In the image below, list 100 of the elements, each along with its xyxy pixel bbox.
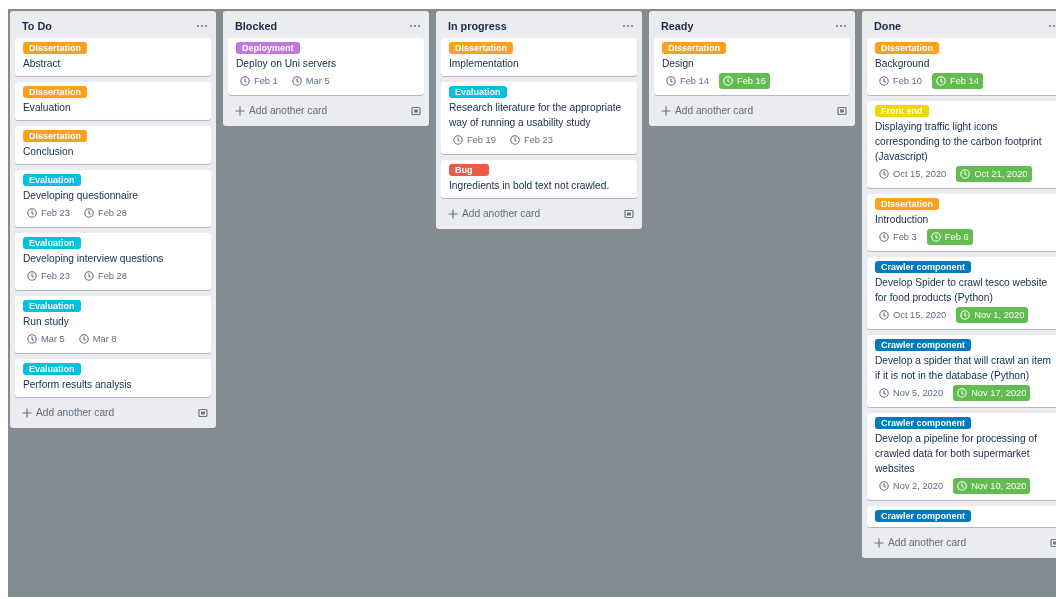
clock-icon <box>879 232 889 242</box>
card[interactable]: Evaluation Perform results analysis <box>15 359 211 397</box>
card[interactable]: DIssertation Implementation <box>441 38 637 76</box>
date-text: Mar 5 <box>41 333 65 345</box>
date-text: Nov 5, 2020 <box>893 387 944 399</box>
card-label: Evaluation <box>23 174 81 186</box>
card-title: Develop a pipeline for processing of crawled data for both supermarket websites <box>875 432 1038 476</box>
card-label: DIssertation <box>662 42 726 54</box>
card-title: Perform results analysis <box>23 378 133 392</box>
more-icon[interactable] <box>835 24 847 28</box>
add-card-button[interactable]: Add another card <box>661 103 754 118</box>
card-title: Background <box>875 57 931 71</box>
card-title: Displaying traffic light icons corresponding to the carbon footprint (Javascript) <box>875 120 1043 164</box>
clock-icon <box>453 135 463 145</box>
card-label: Deployment <box>236 42 300 54</box>
plus-icon <box>448 208 458 219</box>
clock-icon <box>879 310 889 320</box>
card[interactable]: Crawler component Develop a pipeline for processing of crawled data for both supermarket websites Nov 2, 2020 Nov 10, 2020 <box>867 413 1056 500</box>
card-title: Run study <box>23 315 70 329</box>
list-title[interactable]: To Do <box>22 20 52 32</box>
card[interactable]: Front end Displaying traffic light icons corresponding to the carbon footprint (Javascript) Oct 15, 2020 Oct 21, 2020 <box>867 101 1056 188</box>
card[interactable]: Evaluation Developing questionnaire Feb 23 Feb 28 <box>15 170 211 227</box>
template-icon[interactable] <box>624 208 634 219</box>
clock-icon <box>960 310 971 320</box>
date-text: Feb 23 <box>41 207 70 219</box>
card-label: Evaluation <box>23 300 81 312</box>
date-text: Nov 2, 2020 <box>893 480 944 492</box>
card[interactable]: Evaluation Run study Mar 5 Mar 8 <box>15 296 211 353</box>
add-card-button[interactable]: Add another card <box>235 103 328 118</box>
date-text: Feb 14 <box>680 75 709 87</box>
clock-icon <box>27 334 37 344</box>
card-title: Abstract <box>23 57 62 71</box>
date-text: Mar 8 <box>92 333 117 345</box>
list-title[interactable]: Blocked <box>235 20 277 32</box>
card-title: Introduction <box>875 213 930 227</box>
card-title: Implementation <box>449 57 520 71</box>
clock-icon <box>935 76 946 86</box>
clock-icon <box>291 76 302 86</box>
card[interactable]: DIssertation Conclusion <box>15 126 211 164</box>
more-icon[interactable] <box>622 24 634 28</box>
clock-icon <box>509 135 520 145</box>
date-text: Nov 1, 2020 <box>974 309 1025 321</box>
card-label: DIssertation <box>449 42 513 54</box>
plus-icon <box>661 105 671 116</box>
card-label: Front end <box>875 105 929 117</box>
card[interactable]: Evaluation Developing interview questions Feb 23 Feb 28 <box>15 233 211 290</box>
clock-icon <box>879 481 889 491</box>
card[interactable]: DIssertation Introduction Feb 3 Feb 6 <box>867 194 1056 251</box>
plus-icon <box>874 537 884 548</box>
add-card-button[interactable]: Add another card <box>22 405 115 420</box>
template-icon[interactable] <box>837 105 847 116</box>
card[interactable]: DIssertation Background Feb 10 Feb 14 <box>867 38 1056 95</box>
clock-icon <box>78 334 89 344</box>
clock-icon <box>83 208 94 218</box>
card-title: Evaluation <box>23 101 72 115</box>
card-title: Develop a spider that will crawl an item if it is not in the database (Python) <box>875 354 1053 383</box>
clock-icon <box>930 232 941 242</box>
card[interactable]: DIssertation Design Feb 14 Feb 16 <box>654 38 850 95</box>
card-label: Evaluation <box>23 237 81 249</box>
card-label: Bug <box>449 164 489 176</box>
clock-icon <box>83 271 94 281</box>
card-label: Evaluation <box>449 86 507 98</box>
card[interactable]: DIssertation Evaluation <box>15 82 211 120</box>
card-label: DIssertation <box>23 86 87 98</box>
card[interactable]: Deployment Deploy on Uni servers Feb 1 Mar 5 <box>228 38 424 95</box>
card[interactable]: Crawler component Develop a spider that will crawl an item if it is not in the database (Python) Nov 5, 2020 Nov 17, 2020 <box>867 335 1056 407</box>
template-icon[interactable] <box>411 105 421 116</box>
card[interactable]: Bug Ingredients in bold text not crawled. <box>441 160 637 198</box>
date-text: Oct 21, 2020 <box>974 168 1028 180</box>
date-text: Oct 15, 2020 <box>893 309 947 321</box>
card-label: Crawler component <box>875 510 971 522</box>
list-title[interactable]: In progress <box>448 20 507 32</box>
card-title: Design <box>662 57 695 71</box>
date-text: Feb 3 <box>893 231 917 243</box>
card-title: Developing questionnaire <box>23 189 139 203</box>
clock-icon <box>879 388 889 398</box>
date-text: Feb 10 <box>893 75 922 87</box>
card-label: Crawler component <box>875 261 971 273</box>
template-icon[interactable] <box>198 407 208 418</box>
clock-icon <box>957 481 968 491</box>
list-title[interactable]: Done <box>874 20 901 32</box>
more-icon[interactable] <box>409 24 421 28</box>
plus-icon <box>22 407 32 418</box>
more-icon[interactable] <box>196 24 208 28</box>
list-title[interactable]: Ready <box>661 20 694 32</box>
card-label: DIssertation <box>875 198 939 210</box>
card[interactable]: DIssertation Abstract <box>15 38 211 76</box>
date-text: Oct 15, 2020 <box>893 168 947 180</box>
add-card-button[interactable]: Add another card <box>874 535 967 550</box>
clock-icon <box>722 76 733 86</box>
card[interactable]: Crawler component <box>867 506 1056 527</box>
card-title: Research literature for the appropriate way of running a usability study <box>449 101 623 130</box>
date-text: Feb 23 <box>41 270 70 282</box>
card[interactable]: Crawler component Develop Spider to crawl tesco website for food products (Python) Oct 15, 2020 Nov 1, 2020 <box>867 257 1056 329</box>
date-text: Feb 16 <box>736 75 766 87</box>
add-card-button[interactable]: Add another card <box>448 206 541 221</box>
card-title: Developing interview questions <box>23 252 165 266</box>
clock-icon <box>879 169 889 179</box>
card[interactable]: Evaluation Research literature for the appropriate way of running a usability study Feb 19 Feb 23 <box>441 82 637 154</box>
card-title: Ingredients in bold text not crawled. <box>449 179 611 193</box>
